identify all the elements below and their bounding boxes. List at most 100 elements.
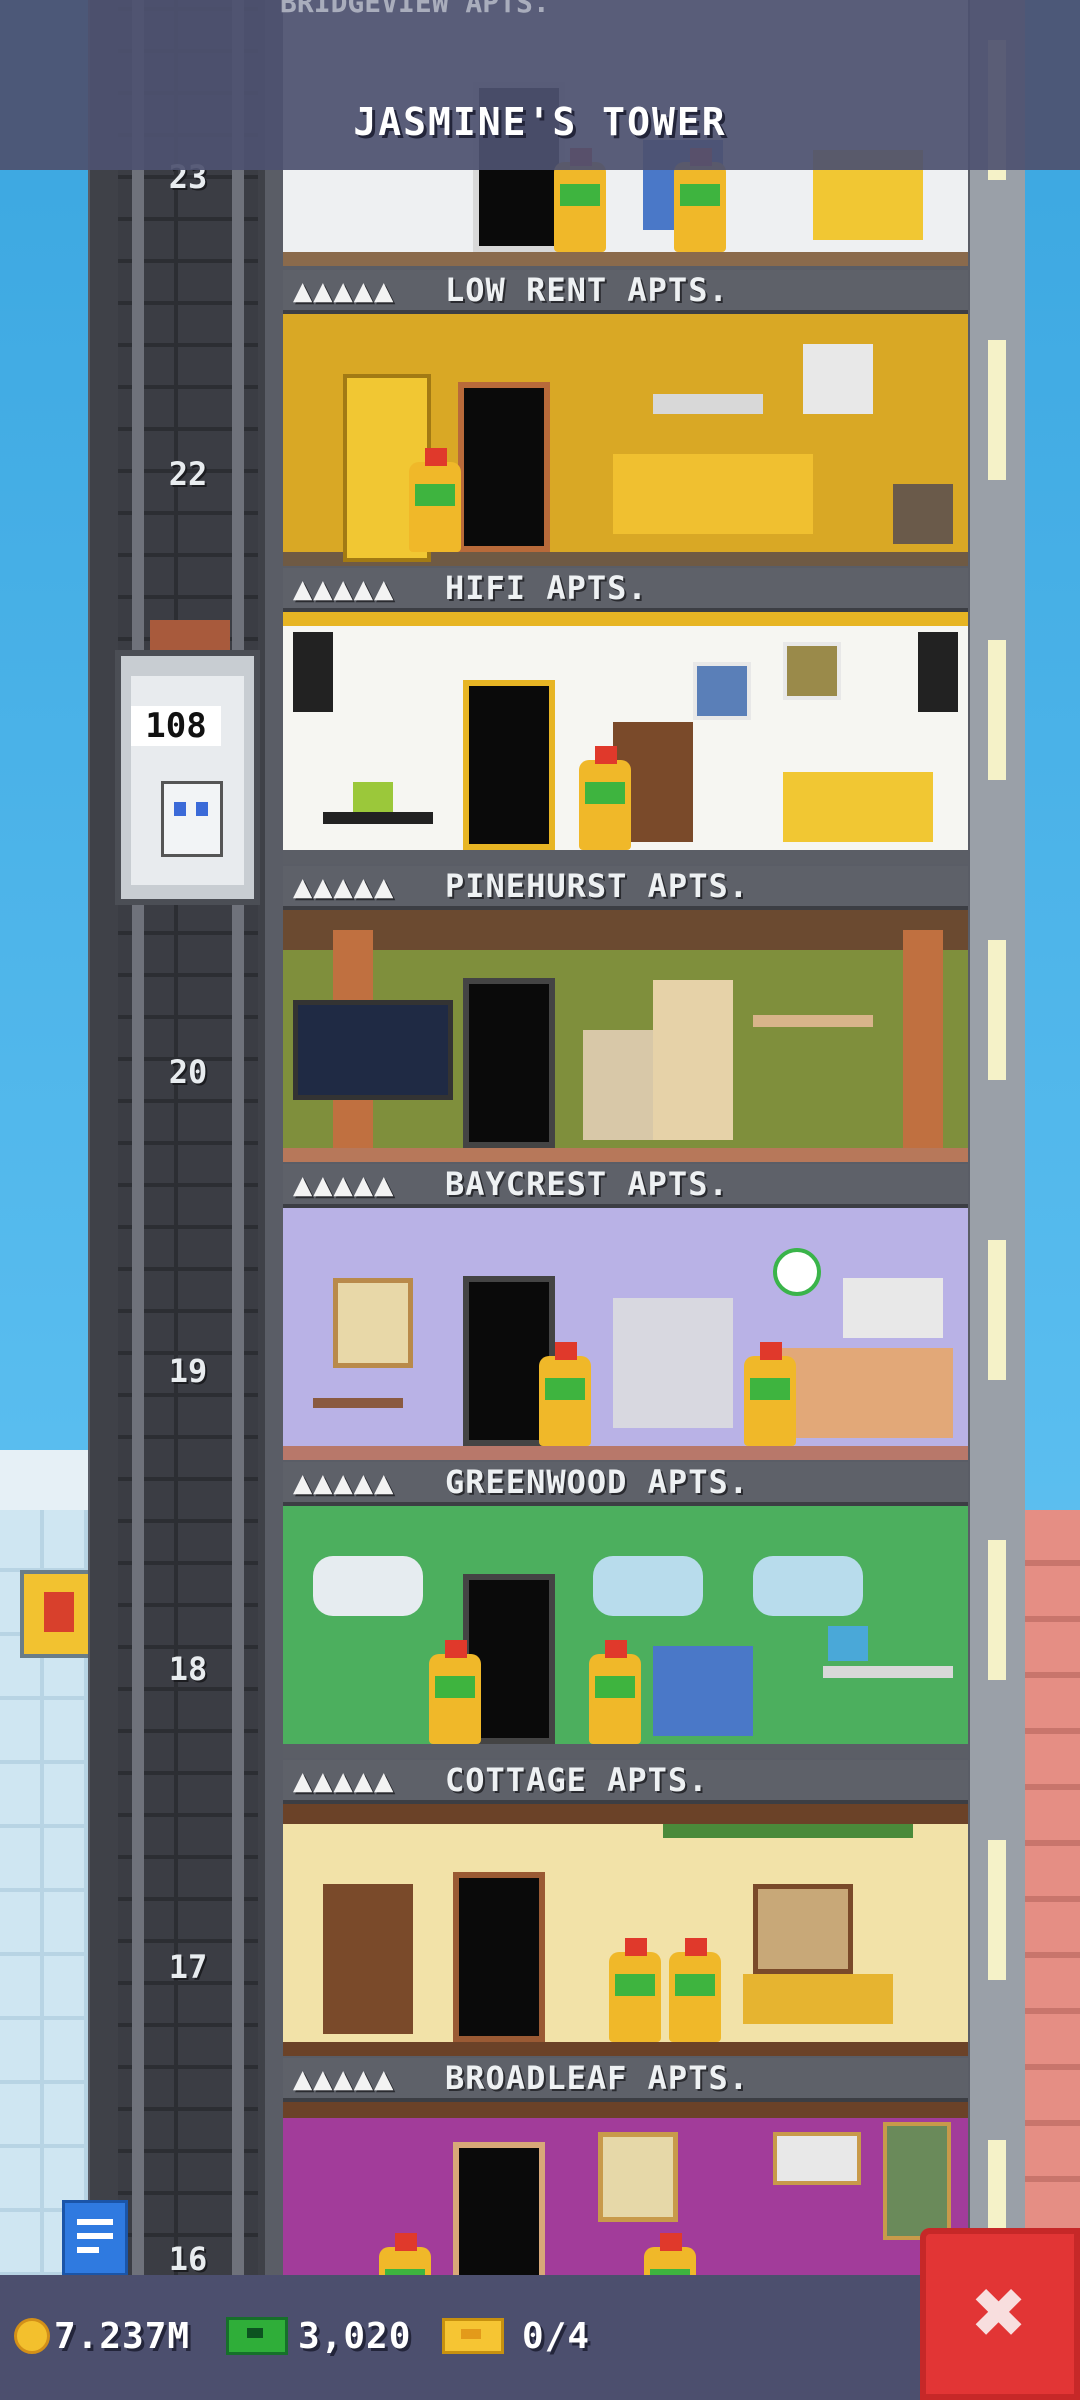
floor-sign-broadleaf: ▲▲▲▲▲ BROADLEAF APTS. bbox=[283, 2058, 968, 2102]
blue-sofa bbox=[653, 1646, 753, 1736]
apartment-door bbox=[463, 680, 555, 850]
tenant-duck[interactable] bbox=[583, 1634, 647, 1744]
apartment-door bbox=[453, 2142, 545, 2277]
game-console-poster bbox=[803, 344, 873, 414]
billboard-fries-image bbox=[20, 1570, 98, 1658]
coins-value: 7.237M bbox=[54, 2315, 191, 2357]
floor-name: LOW RENT APTS. bbox=[445, 271, 729, 309]
floor-sign-cottage: ▲▲▲▲▲ COTTAGE APTS. bbox=[283, 1760, 968, 1804]
menu-icon bbox=[77, 2219, 113, 2225]
tv-set bbox=[893, 484, 953, 544]
floor-sign-pinehurst: ▲▲▲▲▲ PINEHURST APTS. bbox=[283, 866, 968, 910]
oval-window bbox=[313, 1556, 423, 1616]
floor-rating-stars: ▲▲▲▲▲ bbox=[293, 1463, 395, 1501]
floor-number-22: 22 bbox=[168, 455, 208, 493]
tenant-duck[interactable] bbox=[573, 740, 637, 850]
floor-number-16: 16 bbox=[168, 2240, 208, 2278]
ceiling-trim bbox=[283, 612, 968, 626]
floor-20[interactable]: ▲▲▲▲▲ PINEHURST APTS. bbox=[283, 866, 968, 1166]
wood-ceiling bbox=[283, 910, 968, 950]
partial-floor-sign: BRIDGEVIEW APTS. bbox=[280, 0, 550, 18]
floor-rating-stars: ▲▲▲▲▲ bbox=[293, 1165, 395, 1203]
tenant-duck[interactable] bbox=[638, 2227, 702, 2277]
coin-icon bbox=[14, 2318, 50, 2354]
floor-name: PINEHURST APTS. bbox=[445, 867, 749, 905]
floor-sign-hifi: ▲▲▲▲▲ HIFI APTS. bbox=[283, 568, 968, 612]
computer-desk bbox=[823, 1666, 953, 1678]
pillar-light bbox=[988, 340, 1006, 480]
bookshelf bbox=[323, 1884, 413, 2034]
menu-button[interactable] bbox=[62, 2200, 128, 2276]
pillar-light bbox=[988, 1240, 1006, 1380]
floor-rating-stars: ▲▲▲▲▲ bbox=[293, 271, 395, 309]
stove bbox=[583, 1030, 653, 1140]
floor-19[interactable]: ▲▲▲▲▲ BAYCREST APTS. bbox=[283, 1164, 968, 1464]
speaker bbox=[293, 632, 333, 712]
floor-rating-stars: ▲▲▲▲▲ bbox=[293, 867, 395, 905]
background-building-rooftop bbox=[0, 1450, 100, 1510]
floor-number-20: 20 bbox=[168, 1053, 208, 1091]
tenant-duck[interactable] bbox=[423, 1634, 487, 1744]
shaft-rail-right bbox=[232, 0, 244, 2275]
vine-arch bbox=[663, 1824, 913, 1838]
floor-number-19: 19 bbox=[168, 1352, 208, 1390]
computer-monitor bbox=[828, 1626, 868, 1661]
floor-name: HIFI APTS. bbox=[445, 569, 648, 607]
floor-rating-stars: ▲▲▲▲▲ bbox=[293, 569, 395, 607]
tenant-duck[interactable] bbox=[663, 1932, 727, 2042]
menu-icon-line bbox=[77, 2233, 113, 2239]
bux-icon bbox=[226, 2317, 288, 2355]
bux-value: 3,020 bbox=[298, 2315, 412, 2357]
floor-sign-greenwood: ▲▲▲▲▲ GREENWOOD APTS. bbox=[283, 1462, 968, 1506]
bux-counter[interactable]: 3,020 bbox=[226, 2311, 411, 2361]
floor-sign-baycrest: ▲▲▲▲▲ BAYCREST APTS. bbox=[283, 1164, 968, 1208]
tenant-duck[interactable] bbox=[533, 1336, 597, 1446]
top-header: BRIDGEVIEW APTS. JASMINE'S TOWER bbox=[0, 0, 1080, 170]
wall-painting bbox=[653, 394, 763, 414]
elevator-cable-top bbox=[150, 620, 230, 652]
flower-painting bbox=[333, 1278, 413, 1368]
cottage-window bbox=[753, 1884, 853, 1974]
oval-window bbox=[593, 1556, 703, 1616]
floor-18[interactable]: ▲▲▲▲▲ GREENWOOD APTS. bbox=[283, 1462, 968, 1762]
floor-22[interactable]: ▲▲▲▲▲ LOW RENT APTS. bbox=[283, 270, 968, 570]
floor-rating-stars: ▲▲▲▲▲ bbox=[293, 2059, 395, 2097]
floor-name: BROADLEAF APTS. bbox=[445, 2059, 749, 2097]
low-table bbox=[323, 812, 433, 824]
wall-cabinets bbox=[843, 1278, 943, 1338]
wall-frame bbox=[693, 662, 751, 720]
elevator-passenger-count: 108 bbox=[131, 706, 221, 746]
floor-name: COTTAGE APTS. bbox=[445, 1761, 709, 1799]
pillar-light bbox=[988, 1840, 1006, 1980]
wood-ceiling bbox=[283, 1804, 968, 1824]
floor-name: BAYCREST APTS. bbox=[445, 1165, 729, 1203]
yellow-sofa bbox=[783, 772, 933, 842]
apartment-door bbox=[463, 978, 555, 1148]
elevator-car[interactable]: 108 bbox=[115, 650, 260, 905]
yellow-sofa bbox=[613, 454, 813, 534]
floor-21[interactable]: ▲▲▲▲▲ HIFI APTS. bbox=[283, 568, 968, 868]
tenant-duck[interactable] bbox=[403, 442, 467, 552]
tickets-value: 0/4 bbox=[522, 2315, 591, 2357]
tenant-duck[interactable] bbox=[373, 2227, 437, 2277]
yellow-couch bbox=[743, 1974, 893, 2024]
apartment-door bbox=[453, 1872, 545, 2042]
floor-17[interactable]: ▲▲▲▲▲ COTTAGE APTS. bbox=[283, 1760, 968, 2060]
tower-title: JASMINE'S TOWER bbox=[353, 100, 727, 144]
status-bar: 7.237M 3,020 0/4 bbox=[0, 2275, 1080, 2400]
wall-frame bbox=[773, 2132, 861, 2185]
oval-window bbox=[753, 1556, 863, 1616]
floor-number-17: 17 bbox=[168, 1948, 208, 1986]
menu-icon-line bbox=[77, 2247, 99, 2253]
kitchen-shelf bbox=[613, 1298, 733, 1428]
pillar-light bbox=[988, 940, 1006, 1080]
tickets-counter[interactable]: 0/4 bbox=[442, 2311, 590, 2361]
floor-rating-stars: ▲▲▲▲▲ bbox=[293, 1761, 395, 1799]
coins-counter[interactable]: 7.237M bbox=[14, 2311, 190, 2361]
floor-name: GREENWOOD APTS. bbox=[445, 1463, 749, 1501]
tenant-duck[interactable] bbox=[603, 1932, 667, 2042]
tenant-duck[interactable] bbox=[738, 1336, 802, 1446]
close-button[interactable]: ✖ bbox=[920, 2228, 1080, 2400]
tower-right-pillar bbox=[970, 0, 1025, 2280]
small-table bbox=[313, 1398, 403, 1408]
